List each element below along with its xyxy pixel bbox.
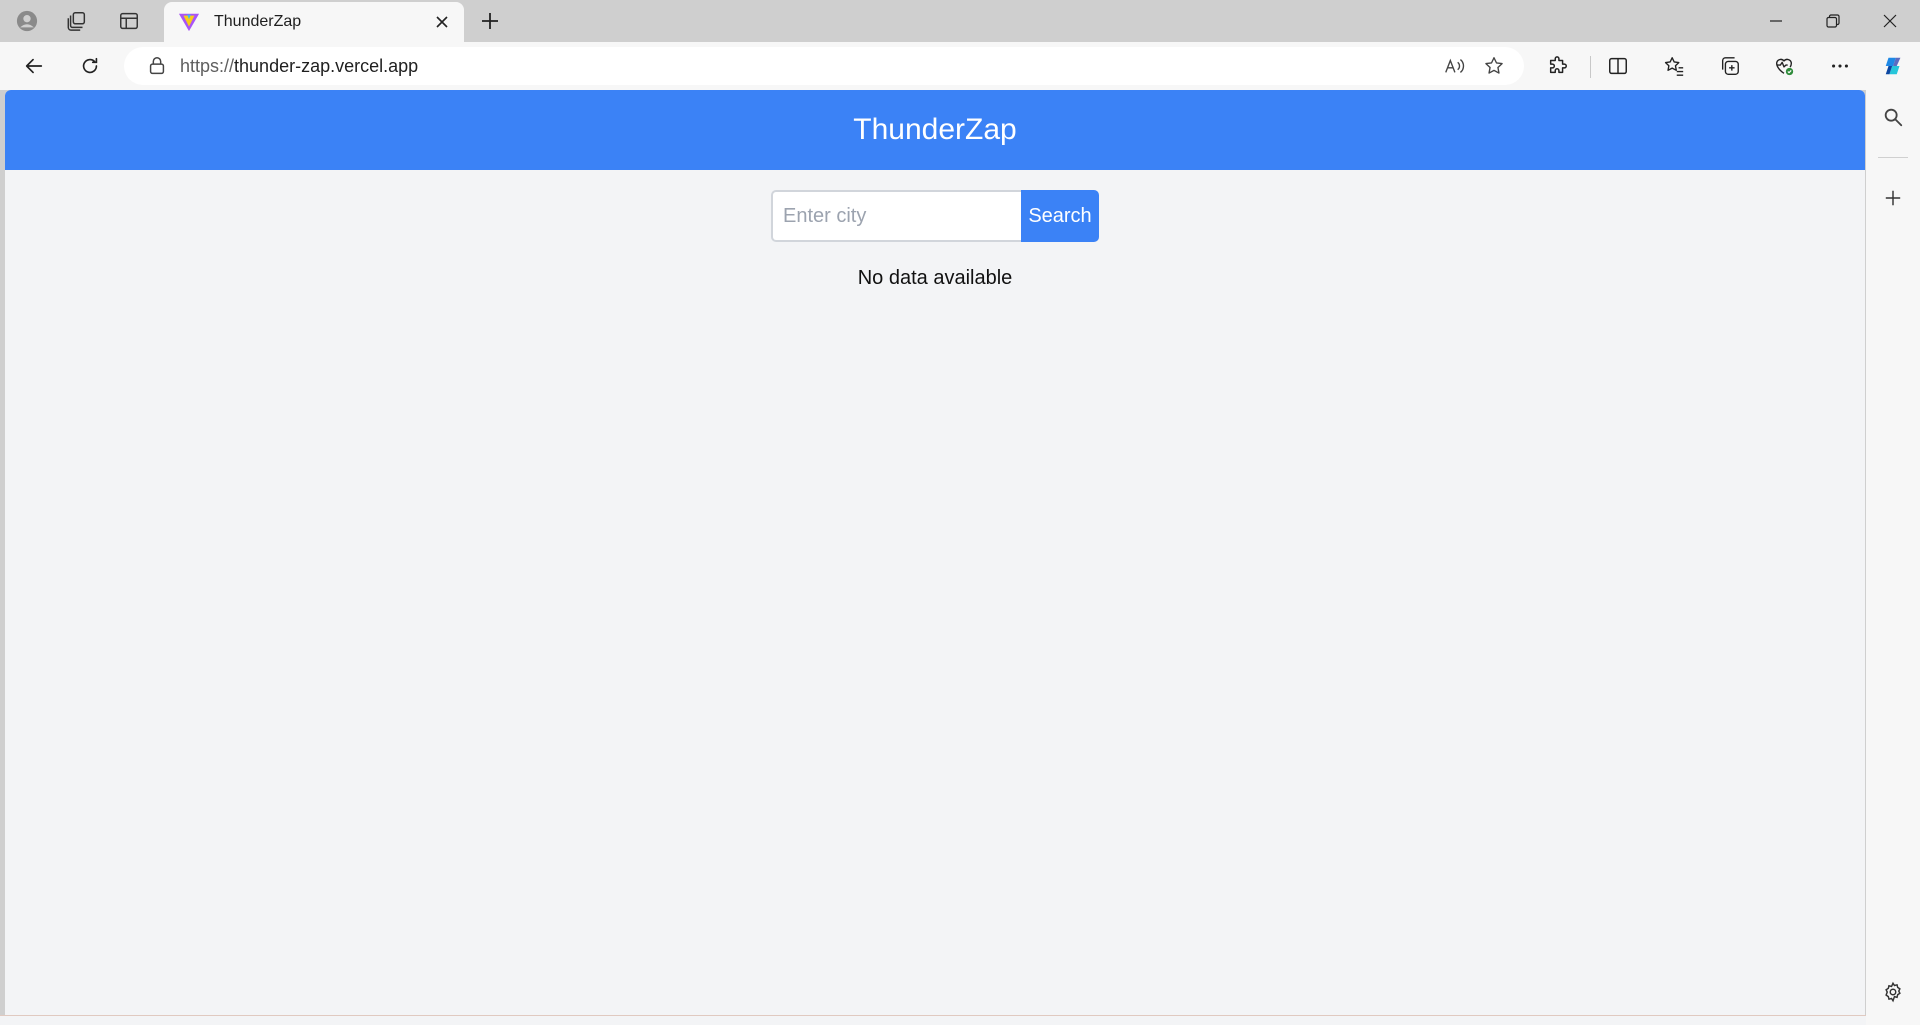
workspaces-icon (67, 12, 86, 31)
app-title: ThunderZap (853, 113, 1017, 146)
vertical-tabs-button[interactable] (108, 5, 150, 37)
lock-icon (149, 57, 165, 75)
sidebar-add-button[interactable] (1873, 178, 1913, 218)
workspaces-button[interactable] (56, 5, 98, 37)
close-icon (436, 16, 448, 28)
read-aloud-button[interactable] (1434, 48, 1474, 84)
search-button[interactable]: Search (1021, 190, 1099, 242)
bottom-edge (0, 1015, 1866, 1025)
plus-icon (1885, 190, 1901, 206)
profile-button[interactable] (6, 5, 48, 37)
more-icon (1832, 64, 1848, 68)
new-tab-button[interactable] (470, 5, 510, 37)
url-text: https://thunder-zap.vercel.app (180, 55, 419, 76)
copilot-icon (1885, 57, 1901, 75)
gear-icon (1885, 981, 1901, 1003)
back-arrow-icon (25, 58, 43, 74)
collections-button[interactable] (1710, 48, 1750, 84)
split-screen-button[interactable] (1598, 48, 1638, 84)
browser-essentials-button[interactable] (1764, 48, 1804, 84)
puzzle-icon (1549, 56, 1567, 74)
plus-icon (482, 13, 498, 29)
star-icon (1485, 57, 1503, 74)
copilot-button[interactable] (1874, 48, 1914, 84)
close-window-button[interactable] (1862, 0, 1918, 42)
heart-pulse-icon (1775, 58, 1794, 76)
tab-strip: ThunderZap (0, 0, 1920, 42)
address-bar[interactable]: https://thunder-zap.vercel.app (124, 47, 1524, 85)
add-favorite-button[interactable] (1474, 48, 1514, 84)
profile-icon (16, 10, 38, 32)
edge-sidebar (1866, 90, 1920, 1025)
city-input[interactable] (771, 190, 1021, 242)
back-button[interactable] (14, 48, 54, 84)
extensions-button[interactable] (1538, 48, 1578, 84)
collections-icon (1721, 57, 1739, 75)
tab-close-button[interactable] (430, 10, 454, 34)
restore-icon (1826, 14, 1840, 28)
search-form: Search (5, 190, 1865, 242)
sidebar-search-button[interactable] (1873, 97, 1913, 137)
refresh-button[interactable] (70, 48, 110, 84)
close-icon (1883, 14, 1897, 28)
split-screen-icon (1609, 57, 1627, 75)
status-message: No data available (857, 267, 1013, 289)
favorites-list-icon (1664, 57, 1684, 76)
tab-title: ThunderZap (214, 13, 302, 30)
sidebar-settings-button[interactable] (1873, 972, 1913, 1012)
favorites-button[interactable] (1654, 48, 1694, 84)
web-page: ThunderZap Search No data available (5, 90, 1865, 1015)
tab-actions-icon (120, 12, 138, 30)
active-tab[interactable]: ThunderZap (164, 2, 464, 42)
thunderzap-favicon-icon (178, 13, 200, 32)
read-aloud-icon (1445, 58, 1465, 73)
search-icon (1884, 108, 1903, 127)
minimize-icon (1770, 20, 1782, 22)
app-header: ThunderZap (5, 90, 1865, 170)
minimize-button[interactable] (1748, 0, 1804, 42)
browser-toolbar: https://thunder-zap.vercel.app (0, 42, 1920, 90)
restore-button[interactable] (1805, 0, 1861, 42)
refresh-icon (82, 57, 98, 74)
settings-more-button[interactable] (1820, 48, 1860, 84)
